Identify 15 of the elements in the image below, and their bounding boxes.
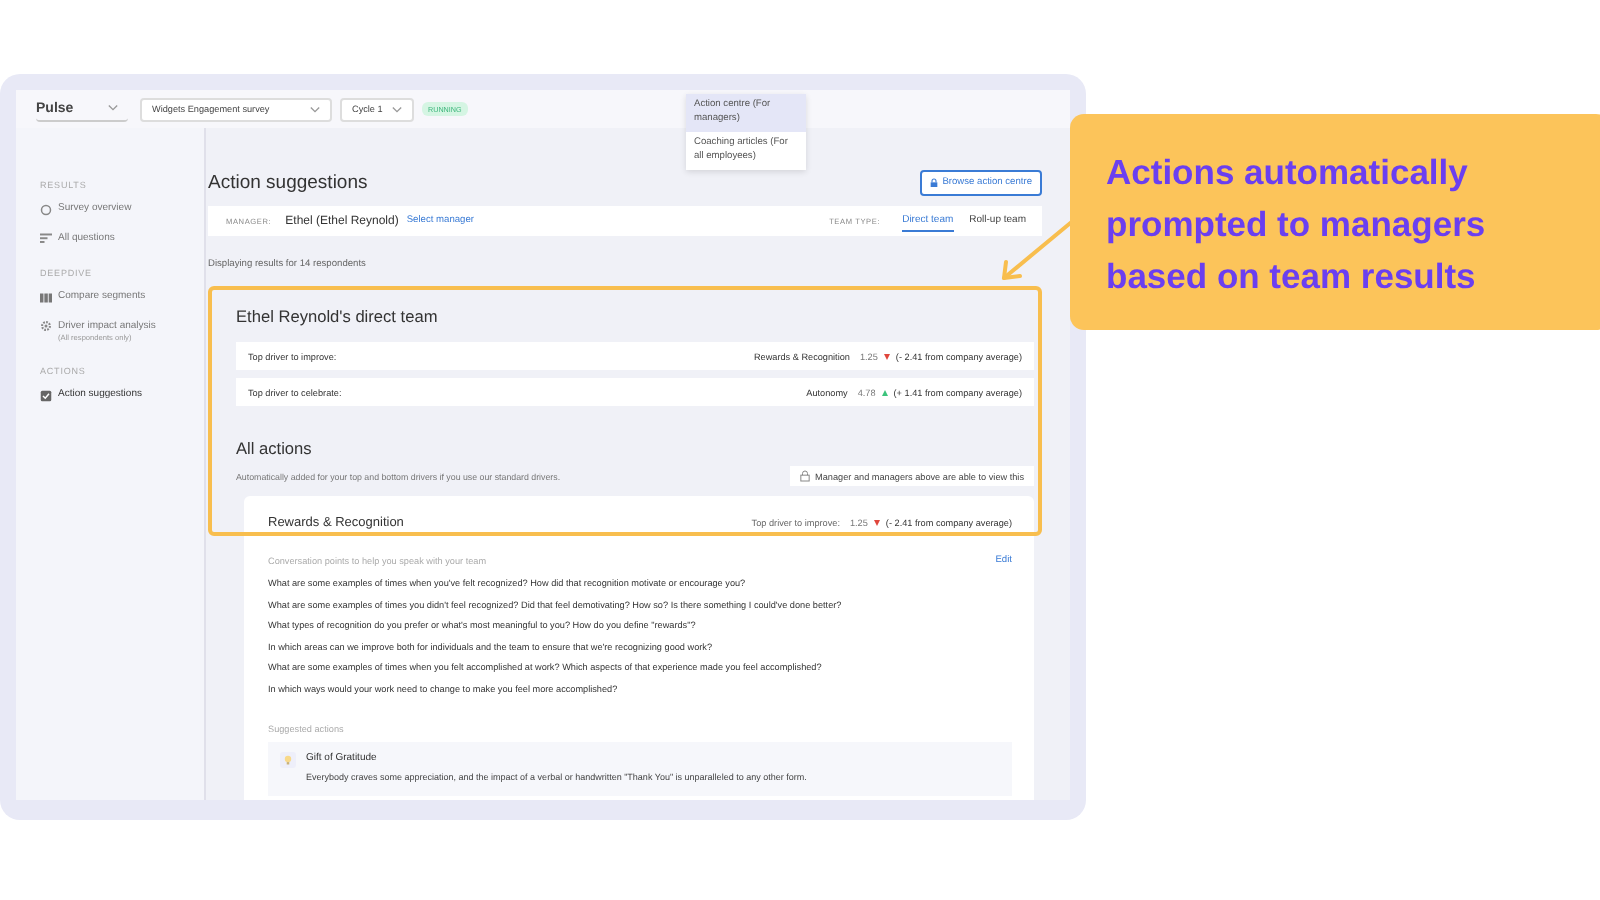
lock-icon bbox=[930, 177, 939, 187]
lightbulb-icon bbox=[280, 752, 296, 768]
gear-icon bbox=[40, 320, 52, 332]
grid-icon bbox=[40, 291, 52, 303]
chevron-icon bbox=[310, 105, 320, 113]
team-title: Ethel Reynold's direct team bbox=[236, 306, 440, 326]
callout-text: Actions automatically prompted to managers based on team results bbox=[1106, 150, 1488, 300]
all-actions-title: All actions bbox=[236, 438, 314, 458]
chevron-icon bbox=[108, 104, 118, 112]
lock-icon bbox=[799, 470, 810, 482]
chevron-icon bbox=[392, 105, 402, 113]
circle-icon bbox=[40, 203, 52, 215]
page-title: Action suggestions bbox=[208, 171, 368, 193]
check-icon bbox=[40, 389, 52, 401]
bars-icon bbox=[40, 232, 52, 244]
